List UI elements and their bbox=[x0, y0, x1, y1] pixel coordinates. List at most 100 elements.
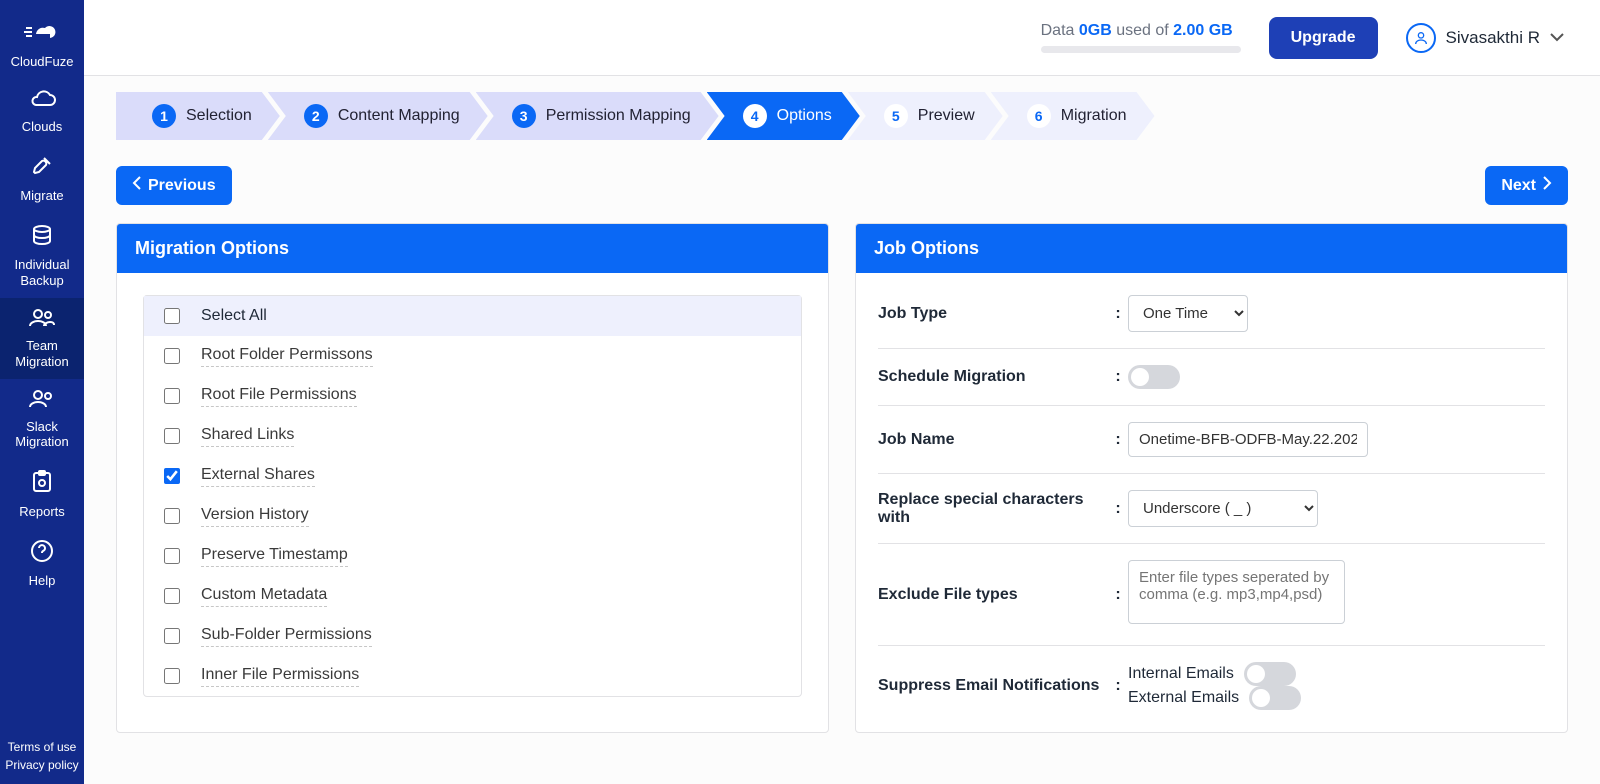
step-permission-mapping[interactable]: 3 Permission Mapping bbox=[476, 92, 719, 140]
option-row[interactable]: External Shares bbox=[144, 456, 801, 496]
row-replace: Replace special characters with : Unders… bbox=[878, 474, 1545, 544]
step-selection[interactable]: 1 Selection bbox=[116, 92, 280, 140]
option-row[interactable]: Preserve Timestamp bbox=[144, 536, 801, 576]
option-checkbox[interactable] bbox=[164, 508, 180, 524]
schedule-toggle[interactable] bbox=[1128, 365, 1180, 389]
sidebar-item-label: Individual Backup bbox=[4, 257, 80, 288]
step-num: 5 bbox=[884, 104, 908, 128]
job-name-input[interactable] bbox=[1128, 422, 1368, 457]
brand-icon bbox=[22, 20, 62, 48]
job-type-label: Job Type bbox=[878, 305, 1108, 323]
step-label: Content Mapping bbox=[338, 107, 460, 125]
option-row[interactable]: Root Folder Permissons bbox=[144, 336, 801, 376]
step-migration[interactable]: 6 Migration bbox=[991, 92, 1155, 140]
step-content-mapping[interactable]: 2 Content Mapping bbox=[268, 92, 488, 140]
footer-terms[interactable]: Terms of use bbox=[8, 738, 77, 756]
external-emails-label: External Emails bbox=[1128, 689, 1239, 707]
sidebar-item-label: Reports bbox=[19, 504, 65, 520]
usage-mid: used of bbox=[1112, 22, 1173, 39]
option-label: Custom Metadata bbox=[201, 586, 327, 607]
option-label: Shared Links bbox=[201, 426, 294, 447]
schedule-label: Schedule Migration bbox=[878, 368, 1108, 386]
option-row[interactable]: Root File Permissions bbox=[144, 376, 801, 416]
option-select-all[interactable]: Select All bbox=[144, 296, 801, 336]
chevron-left-icon bbox=[132, 176, 142, 195]
step-num: 3 bbox=[512, 104, 536, 128]
options-list: Select All Root Folder Permissons Root Fi… bbox=[143, 295, 802, 697]
step-options[interactable]: 4 Options bbox=[707, 92, 860, 140]
option-checkbox[interactable] bbox=[164, 588, 180, 604]
usage-prefix: Data bbox=[1041, 22, 1079, 39]
exclude-textarea[interactable] bbox=[1128, 560, 1345, 624]
sidebar-item-team-migration[interactable]: Team Migration bbox=[0, 298, 84, 379]
option-checkbox[interactable] bbox=[164, 628, 180, 644]
option-checkbox[interactable] bbox=[164, 468, 180, 484]
chevron-down-icon bbox=[1550, 27, 1564, 47]
job-type-select[interactable]: One Time bbox=[1128, 295, 1248, 332]
user-name: Sivasakthi R bbox=[1446, 28, 1540, 48]
select-all-checkbox[interactable] bbox=[164, 308, 180, 324]
option-row[interactable]: Inner File Permissions bbox=[144, 656, 801, 696]
option-checkbox[interactable] bbox=[164, 548, 180, 564]
sidebar-item-label: Help bbox=[29, 573, 56, 589]
data-usage: Data 0GB used of 2.00 GB bbox=[1041, 22, 1241, 53]
sidebar-item-label: Team Migration bbox=[4, 338, 80, 369]
option-row[interactable]: Shared Links bbox=[144, 416, 801, 456]
step-num: 1 bbox=[152, 104, 176, 128]
option-row[interactable]: Custom Metadata bbox=[144, 576, 801, 616]
replace-select[interactable]: Underscore ( _ ) bbox=[1128, 490, 1318, 527]
sidebar-item-slack-migration[interactable]: Slack Migration bbox=[0, 379, 84, 460]
upgrade-button[interactable]: Upgrade bbox=[1269, 17, 1378, 59]
usage-used: 0GB bbox=[1079, 22, 1112, 39]
step-label: Migration bbox=[1061, 107, 1127, 125]
team-icon bbox=[28, 308, 56, 332]
sidebar-item-clouds[interactable]: Clouds bbox=[0, 79, 84, 144]
sidebar-item-label: CloudFuze bbox=[11, 54, 74, 70]
option-label: Sub-Folder Permissions bbox=[201, 626, 372, 647]
job-options-panel: Job Options Job Type : One Time Schedule… bbox=[855, 223, 1568, 733]
option-row[interactable]: Sub-Folder Permissions bbox=[144, 616, 801, 656]
option-label: Root File Permissions bbox=[201, 386, 357, 407]
sidebar-item-label: Clouds bbox=[22, 119, 62, 135]
internal-emails-toggle[interactable] bbox=[1244, 662, 1296, 686]
sidebar-item-brand[interactable]: CloudFuze bbox=[0, 10, 84, 79]
step-num: 6 bbox=[1027, 104, 1051, 128]
migration-options-panel: Migration Options Select All Root Folder… bbox=[116, 223, 829, 733]
next-button[interactable]: Next bbox=[1485, 166, 1568, 205]
sidebar-item-help[interactable]: Help bbox=[0, 529, 84, 598]
database-icon bbox=[30, 224, 54, 252]
internal-emails-label: Internal Emails bbox=[1128, 665, 1234, 683]
sidebar-item-migrate[interactable]: Migrate bbox=[0, 144, 84, 213]
step-label: Preview bbox=[918, 107, 975, 125]
option-row[interactable]: Version History bbox=[144, 496, 801, 536]
wizard-steps: 1 Selection 2 Content Mapping 3 Permission … bbox=[116, 92, 1568, 140]
report-icon bbox=[31, 470, 53, 498]
external-emails-toggle[interactable] bbox=[1249, 686, 1301, 710]
option-checkbox[interactable] bbox=[164, 668, 180, 684]
option-checkbox[interactable] bbox=[164, 388, 180, 404]
sidebar-item-reports[interactable]: Reports bbox=[0, 460, 84, 529]
team-alt-icon bbox=[28, 389, 56, 413]
option-label: External Shares bbox=[201, 466, 315, 487]
step-num: 2 bbox=[304, 104, 328, 128]
previous-button[interactable]: Previous bbox=[116, 166, 232, 205]
suppress-label: Suppress Email Notifications bbox=[878, 677, 1108, 695]
panel-title: Migration Options bbox=[117, 224, 828, 273]
option-checkbox[interactable] bbox=[164, 348, 180, 364]
step-label: Selection bbox=[186, 107, 252, 125]
option-label: Root Folder Permissons bbox=[201, 346, 373, 367]
step-preview[interactable]: 5 Preview bbox=[848, 92, 1003, 140]
topbar: Data 0GB used of 2.00 GB Upgrade Sivasak… bbox=[84, 0, 1600, 76]
step-label: Options bbox=[777, 107, 832, 125]
panel-title: Job Options bbox=[856, 224, 1567, 273]
option-label: Preserve Timestamp bbox=[201, 546, 348, 567]
option-checkbox[interactable] bbox=[164, 428, 180, 444]
exclude-label: Exclude File types bbox=[878, 586, 1108, 604]
sidebar-item-individual-backup[interactable]: Individual Backup bbox=[0, 214, 84, 299]
footer-privacy[interactable]: Privacy policy bbox=[5, 756, 78, 774]
step-label: Permission Mapping bbox=[546, 107, 691, 125]
step-num: 4 bbox=[743, 104, 767, 128]
user-menu[interactable]: Sivasakthi R bbox=[1406, 23, 1564, 53]
row-exclude: Exclude File types : bbox=[878, 544, 1545, 646]
avatar-icon bbox=[1406, 23, 1436, 53]
